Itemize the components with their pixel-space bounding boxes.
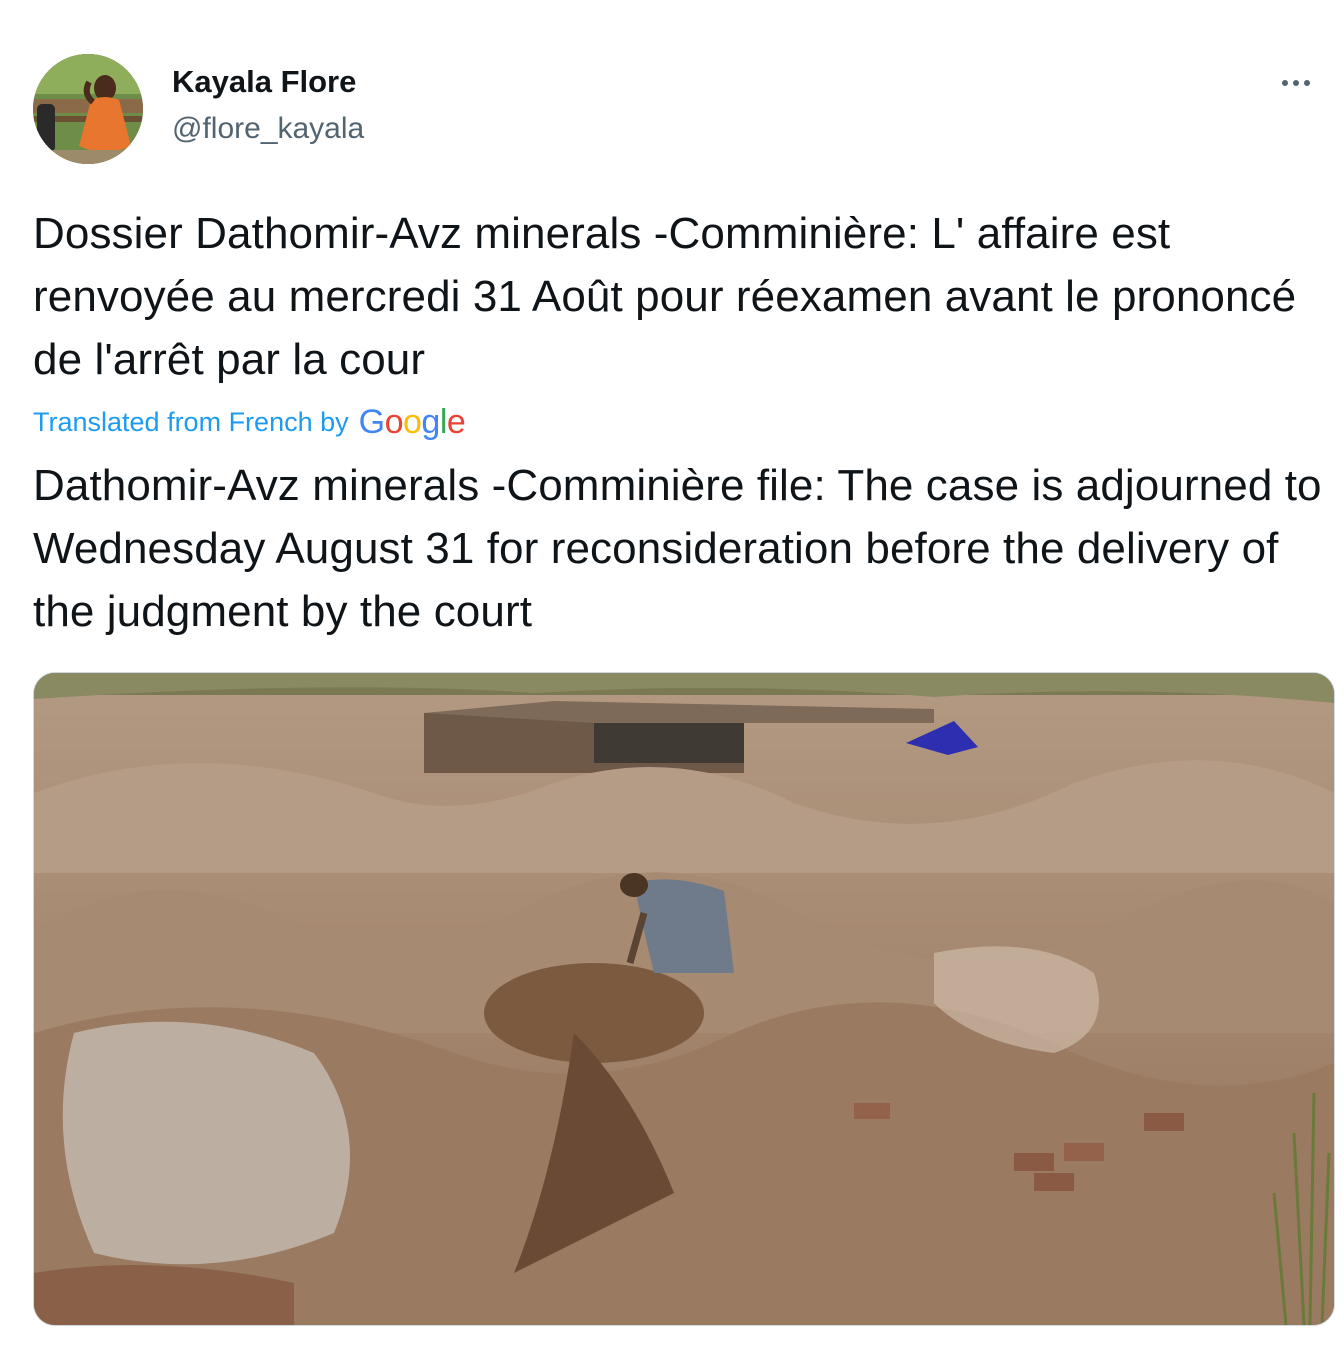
avatar[interactable] [33, 54, 143, 164]
tweet-original-text: Dossier Dathomir-Avz minerals -Comminièr… [33, 209, 1297, 384]
translated-by-label: Translated from French by [33, 406, 349, 437]
translation-attribution[interactable]: Translated from French by Google [33, 402, 466, 442]
google-logo: Google [358, 402, 466, 441]
tweet-translated-text: Dathomir-Avz minerals -Comminière file: … [33, 461, 1322, 636]
author-handle[interactable]: @flore_kayala [172, 110, 364, 148]
more-dot-2 [1293, 80, 1299, 86]
tweet: Kayala Flore @flore_kayala Dossier Datho… [0, 0, 1344, 1352]
more-options-icon[interactable] [1276, 68, 1316, 98]
more-dot-1 [1282, 80, 1288, 86]
more-dot-3 [1304, 80, 1310, 86]
tweet-photo[interactable] [33, 672, 1335, 1326]
author-name[interactable]: Kayala Flore [172, 63, 356, 101]
